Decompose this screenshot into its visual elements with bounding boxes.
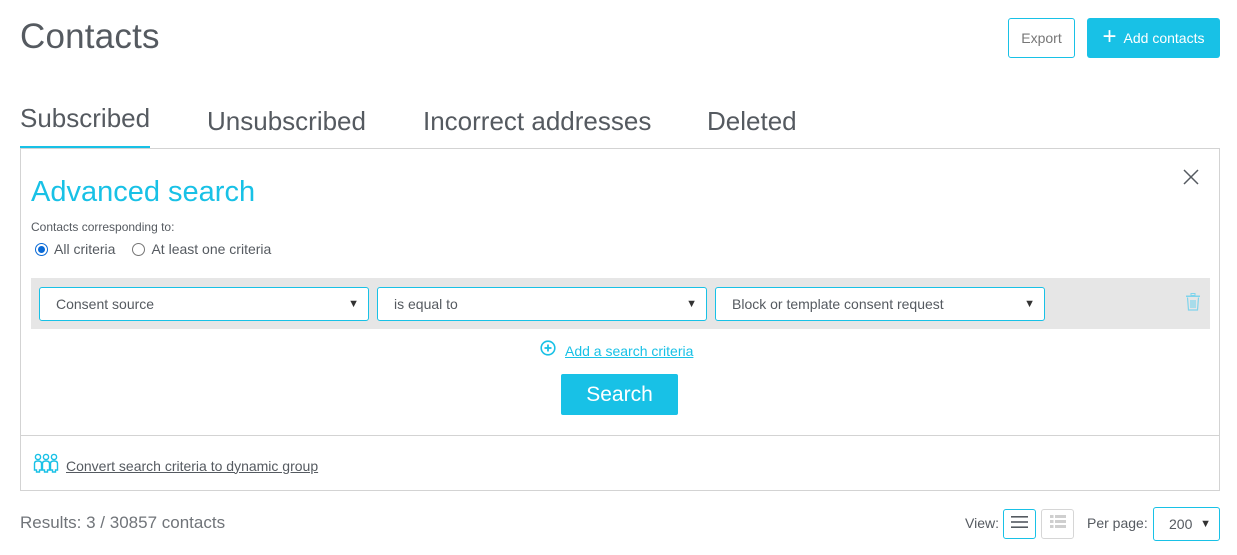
results-count: Results: 3 / 30857 contacts: [20, 513, 226, 532]
criteria-row: Consent source ▼ is equal to ▼ Block or …: [31, 278, 1210, 329]
corresponding-label: Contacts corresponding to:: [31, 220, 175, 234]
operator-select-value: is equal to: [394, 296, 458, 312]
view-list-button[interactable]: [1003, 509, 1036, 539]
export-button[interactable]: Export: [1008, 18, 1075, 58]
view-label: View:: [965, 515, 999, 531]
advanced-search-panel: Advanced search Contacts corresponding t…: [20, 148, 1220, 491]
per-page-select[interactable]: 200 ▼: [1153, 507, 1220, 541]
radio-all-criteria-label: All criteria: [54, 241, 116, 257]
dropdown-arrow-icon: ▼: [1200, 518, 1211, 530]
radio-unchecked-icon[interactable]: [132, 242, 146, 256]
per-page-label: Per page:: [1087, 515, 1148, 531]
list-icon: [1011, 515, 1028, 534]
operator-select[interactable]: is equal to ▼: [377, 287, 707, 321]
convert-to-dynamic-group-link[interactable]: Convert search criteria to dynamic group: [33, 453, 318, 478]
add-search-criteria-link[interactable]: Add a search criteria: [540, 340, 693, 361]
value-select[interactable]: Block or template consent request ▼: [715, 287, 1045, 321]
field-select[interactable]: Consent source ▼: [39, 287, 369, 321]
detailed-list-icon: [1049, 515, 1066, 533]
dropdown-arrow-icon: ▼: [686, 298, 697, 310]
value-select-value: Block or template consent request: [732, 296, 944, 312]
trash-icon[interactable]: [1185, 293, 1201, 311]
tab-subscribed[interactable]: Subscribed: [20, 103, 151, 149]
close-icon[interactable]: [1181, 167, 1201, 187]
match-mode-radio-group: All criteria At least one criteria: [35, 241, 288, 257]
advanced-search-title: Advanced search: [31, 176, 256, 208]
field-select-value: Consent source: [56, 296, 155, 312]
radio-at-least-one-label: At least one criteria: [151, 241, 272, 257]
radio-at-least-one[interactable]: At least one criteria: [132, 241, 271, 257]
add-search-criteria-label: Add a search criteria: [565, 342, 694, 359]
plus-icon: +: [1102, 23, 1117, 50]
dropdown-arrow-icon: ▼: [348, 298, 359, 310]
plus-circle-icon: [540, 340, 556, 361]
radio-all-criteria[interactable]: All criteria: [35, 241, 115, 257]
per-page-value: 200: [1169, 516, 1193, 532]
add-contacts-label: Add contacts: [1123, 30, 1205, 46]
tabs: Subscribed Unsubscribed Incorrect addres…: [20, 100, 1220, 149]
convert-to-dynamic-group-label: Convert search criteria to dynamic group: [66, 457, 319, 474]
panel-divider: [21, 435, 1219, 436]
page-title: Contacts: [20, 17, 160, 56]
add-contacts-button[interactable]: + Add contacts: [1087, 18, 1220, 58]
dropdown-arrow-icon: ▼: [1024, 298, 1035, 310]
search-button[interactable]: Search: [561, 374, 678, 415]
radio-checked-icon[interactable]: [35, 242, 48, 256]
group-icon: [33, 453, 59, 478]
view-detailed-button[interactable]: [1041, 509, 1074, 539]
